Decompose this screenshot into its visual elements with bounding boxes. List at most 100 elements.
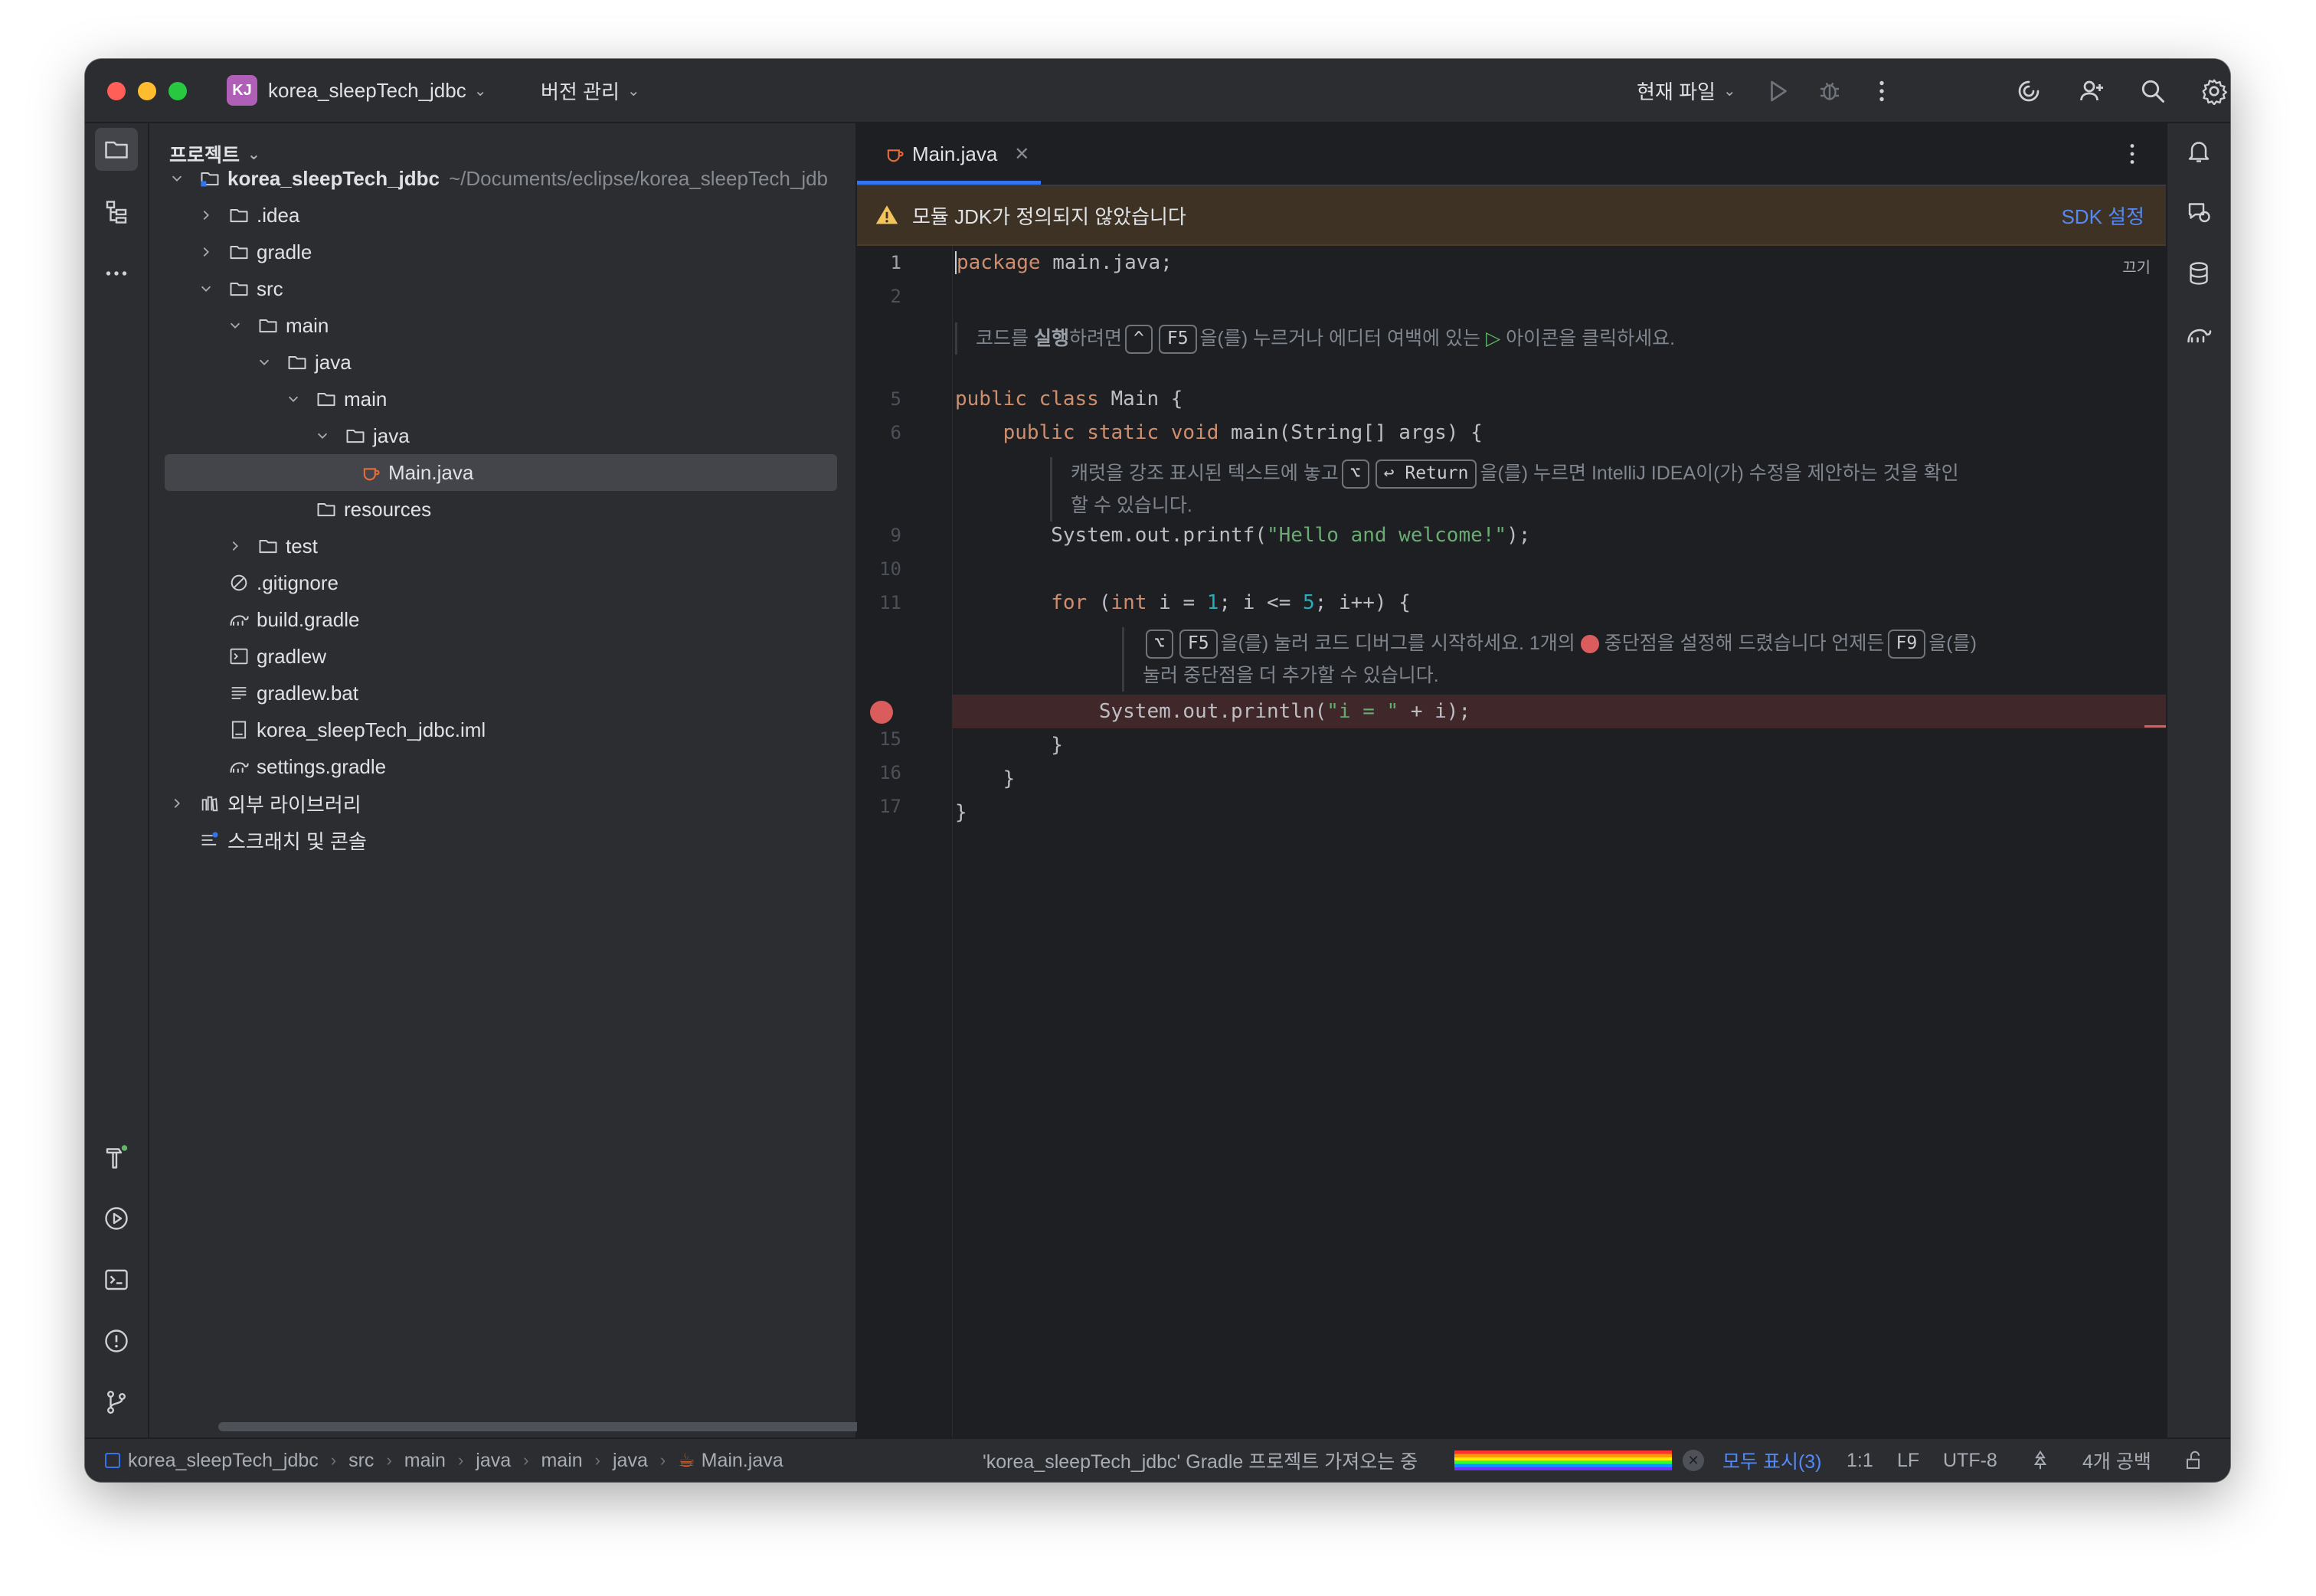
more-actions-icon[interactable]	[1866, 76, 1897, 106]
show-all-tasks-link[interactable]: 모두 표시(3)	[1722, 1439, 1822, 1482]
tree-item-java[interactable]: java	[149, 344, 855, 381]
breakpoint-icon[interactable]	[870, 701, 893, 724]
chevron-right-icon[interactable]	[198, 208, 214, 223]
chevron-down-icon[interactable]	[315, 428, 330, 443]
tree-item-idea[interactable]: .idea	[149, 197, 855, 234]
tree-item-java-package[interactable]: java	[149, 417, 855, 454]
structure-tool-icon[interactable]	[101, 197, 132, 227]
chevron-right-icon[interactable]	[198, 244, 214, 260]
titlebar: KJ korea_sleepTech_jdbc ⌄ 버전 관리 ⌄ 현재 파일 …	[85, 59, 2230, 123]
chevron-right-icon: ›	[330, 1450, 337, 1470]
tree-item-label: java	[373, 424, 410, 447]
build-hammer-icon[interactable]	[101, 1142, 132, 1172]
tree-item-gradle-dir[interactable]: gradle	[149, 234, 855, 270]
tree-item-main[interactable]: main	[149, 307, 855, 344]
ai-chat-icon[interactable]	[2184, 197, 2214, 227]
breadcrumb-item[interactable]: Main.java	[702, 1450, 783, 1472]
line-number: 15	[879, 728, 901, 750]
database-icon[interactable]	[2184, 258, 2214, 289]
run-services-icon[interactable]	[101, 1203, 132, 1234]
breadcrumb-item[interactable]: src	[348, 1450, 374, 1472]
folder-icon	[344, 424, 367, 447]
debug-icon[interactable]	[1814, 76, 1845, 106]
breadcrumb-item[interactable]: java	[476, 1450, 511, 1472]
cancel-task-icon[interactable]: ✕	[1683, 1439, 1704, 1482]
background-task[interactable]: 'korea_sleepTech_jdbc' Gradle 프로젝트 가져오는 …	[983, 1439, 1418, 1482]
breadcrumb-item[interactable]: java	[613, 1450, 648, 1472]
java-class-icon	[359, 461, 382, 484]
module-folder-icon	[198, 167, 221, 190]
tree-item-external-libraries[interactable]: 외부 라이브러리	[149, 785, 855, 822]
project-selector[interactable]: KJ korea_sleepTech_jdbc ⌄	[227, 59, 487, 122]
tree-root[interactable]: korea_sleepTech_jdbc ~/Documents/eclipse…	[149, 160, 855, 197]
tree-item-build-gradle[interactable]: build.gradle	[149, 601, 855, 638]
project-tool-icon[interactable]	[95, 128, 138, 171]
ai-assistant-icon[interactable]	[2013, 76, 2044, 106]
folder-icon	[286, 351, 309, 374]
tree-item-main-java[interactable]: Main.java	[165, 454, 837, 491]
tab-main-java[interactable]: Main.java ✕	[871, 123, 1042, 185]
tree-item-main-package[interactable]: main	[149, 381, 855, 417]
tree-item-test[interactable]: test	[149, 528, 855, 564]
run-config-selector[interactable]: 현재 파일 ⌄	[1637, 59, 1736, 122]
folder-icon	[257, 314, 280, 337]
tree-item-src[interactable]: src	[149, 270, 855, 307]
quickfix-hint: 캐럿을 강조 표시된 텍스트에 놓고 ⌥ ↩ Return 을(를) 누르면 Inte…	[1050, 457, 1959, 522]
chevron-down-icon[interactable]	[286, 391, 301, 407]
line-number: 17	[879, 796, 901, 817]
tree-item-gitignore[interactable]: .gitignore	[149, 564, 855, 601]
setup-sdk-link[interactable]: SDK 설정	[2061, 201, 2144, 230]
chevron-right-icon[interactable]	[227, 538, 243, 554]
tree-item-gradlew-bat[interactable]: gradlew.bat	[149, 675, 855, 711]
module-icon	[105, 1453, 120, 1468]
indent-setting[interactable]: 4개 공백	[2082, 1439, 2151, 1482]
chevron-down-icon[interactable]	[198, 281, 214, 296]
run-icon[interactable]	[1762, 76, 1793, 106]
project-panel: 프로젝트 ⌄ korea_sleepTech_jdbc ~/Documents/…	[149, 123, 877, 1439]
tree-item-label: main	[286, 313, 329, 337]
library-icon	[198, 792, 221, 815]
tree-item-iml[interactable]: korea_sleepTech_jdbc.iml	[149, 711, 855, 748]
caret-position[interactable]: 1:1	[1847, 1439, 1873, 1482]
notifications-bell-icon[interactable]	[2184, 136, 2214, 166]
chevron-down-icon: ⌄	[473, 82, 487, 100]
add-user-icon[interactable]	[2076, 76, 2107, 106]
minimize-window-button[interactable]	[138, 82, 156, 100]
error-stripe-mark[interactable]	[2144, 725, 2166, 728]
tree-item-resources[interactable]: resources	[149, 491, 855, 528]
tree-item-scratches[interactable]: 스크래치 및 콘솔	[149, 822, 855, 859]
search-icon[interactable]	[2138, 76, 2168, 106]
lock-icon[interactable]	[2184, 1439, 2206, 1482]
code-line-6: public static void main(String[] args) {	[1003, 421, 1483, 444]
horizontal-scrollbar[interactable]	[218, 1422, 877, 1431]
settings-gear-icon[interactable]	[2199, 76, 2229, 106]
chevron-right-icon[interactable]	[169, 796, 185, 811]
vcs-menu[interactable]: 버전 관리 ⌄	[541, 59, 640, 122]
tree-item-settings-gradle[interactable]: settings.gradle	[149, 748, 855, 785]
editor-gutter[interactable]: 1 2 5 6 9 10 11 15 16 17	[857, 246, 953, 1439]
problems-icon[interactable]	[101, 1326, 132, 1356]
breadcrumb-item[interactable]: main	[404, 1450, 446, 1472]
breadcrumb-item[interactable]: main	[541, 1450, 582, 1472]
file-encoding[interactable]: UTF-8	[1943, 1439, 1997, 1482]
close-window-button[interactable]	[107, 82, 126, 100]
more-tools-icon[interactable]	[101, 258, 132, 289]
close-tab-icon[interactable]: ✕	[1014, 143, 1029, 165]
tree-item-label: 스크래치 및 콘솔	[227, 829, 367, 853]
code-area[interactable]: 끄기 package main.java; 코드를 실행하려면 ^ F5 을(를) 누…	[952, 246, 2166, 1439]
chevron-down-icon[interactable]	[227, 318, 243, 333]
tree-item-label: java	[315, 350, 352, 374]
breadcrumb-item[interactable]: korea_sleepTech_jdbc	[128, 1450, 319, 1472]
chevron-down-icon: ⌄	[626, 82, 640, 100]
tree-item-gradlew[interactable]: gradlew	[149, 638, 855, 675]
zoom-window-button[interactable]	[168, 82, 187, 100]
tab-options-icon[interactable]	[2118, 140, 2146, 168]
gradle-tool-icon[interactable]	[2184, 319, 2214, 350]
folder-icon	[315, 388, 338, 410]
terminal-icon[interactable]	[101, 1264, 132, 1295]
chevron-down-icon[interactable]	[169, 171, 185, 186]
code-style-icon[interactable]	[2029, 1439, 2052, 1482]
line-separator[interactable]: LF	[1897, 1439, 1919, 1482]
chevron-down-icon[interactable]	[257, 355, 272, 370]
git-branch-icon[interactable]	[101, 1387, 132, 1418]
